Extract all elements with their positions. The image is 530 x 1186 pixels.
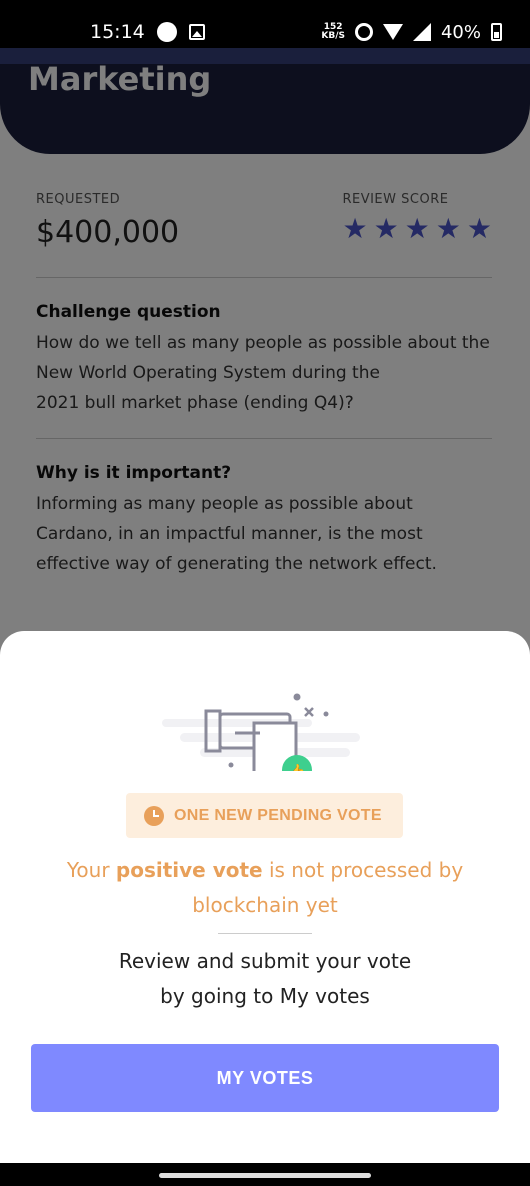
battery-percent: 40%	[440, 21, 481, 43]
my-votes-button[interactable]: MY VOTES	[31, 1044, 499, 1112]
instruction-text: Review and submit your vote by going to …	[30, 944, 500, 1014]
image-notification-icon	[188, 24, 205, 40]
alarm-icon	[354, 23, 373, 41]
pending-vote-sheet: 👍 ONE NEW PENDING VOTE Your positive vot…	[0, 631, 530, 1163]
vote-status-notice: Your positive vote is not processed by b…	[30, 853, 500, 923]
ballot-box-illustration-icon: 👍	[162, 693, 360, 771]
pending-vote-label: ONE NEW PENDING VOTE	[174, 806, 382, 824]
notice-text: Your	[66, 858, 116, 882]
notice-bold-text: positive vote	[115, 858, 263, 882]
svg-text:👍: 👍	[288, 763, 305, 771]
pending-vote-badge: ONE NEW PENDING VOTE	[126, 793, 403, 838]
network-speed: 152 KB/S	[321, 23, 345, 41]
status-right: 152 KB/S 40%	[321, 22, 502, 43]
system-nav-bar	[0, 1163, 530, 1186]
wifi-icon	[382, 24, 403, 40]
status-time: 15:14	[90, 21, 145, 43]
cellular-signal-icon	[412, 23, 431, 41]
battery-icon	[491, 23, 502, 41]
notification-dot-icon	[156, 22, 177, 42]
home-gesture-handle[interactable]	[159, 1173, 371, 1178]
status-left: 15:14	[90, 21, 205, 43]
divider	[218, 933, 312, 934]
clock-icon	[144, 805, 164, 826]
instruction-line: Review and submit your vote	[118, 949, 412, 973]
instruction-line: by going to My votes	[160, 984, 370, 1008]
network-speed-unit: KB/S	[321, 31, 345, 41]
